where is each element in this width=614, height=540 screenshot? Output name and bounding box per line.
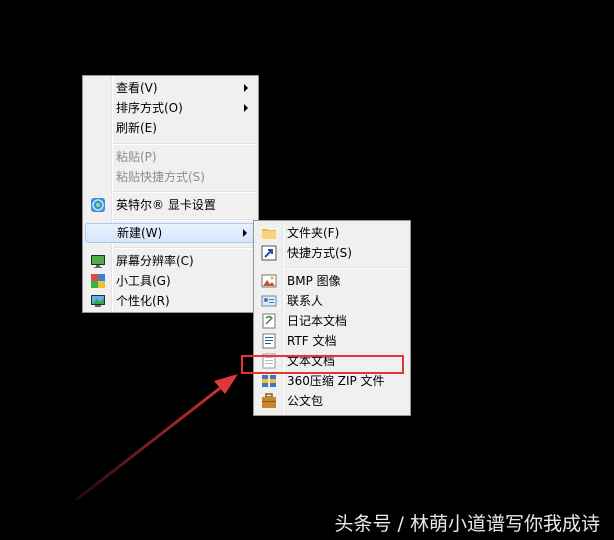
annotation-arrow-shaft [75, 383, 225, 502]
watermark-text: 头条号 / 林萌小道谱写你我成诗 [334, 513, 600, 535]
annotation-arrow [75, 374, 238, 502]
